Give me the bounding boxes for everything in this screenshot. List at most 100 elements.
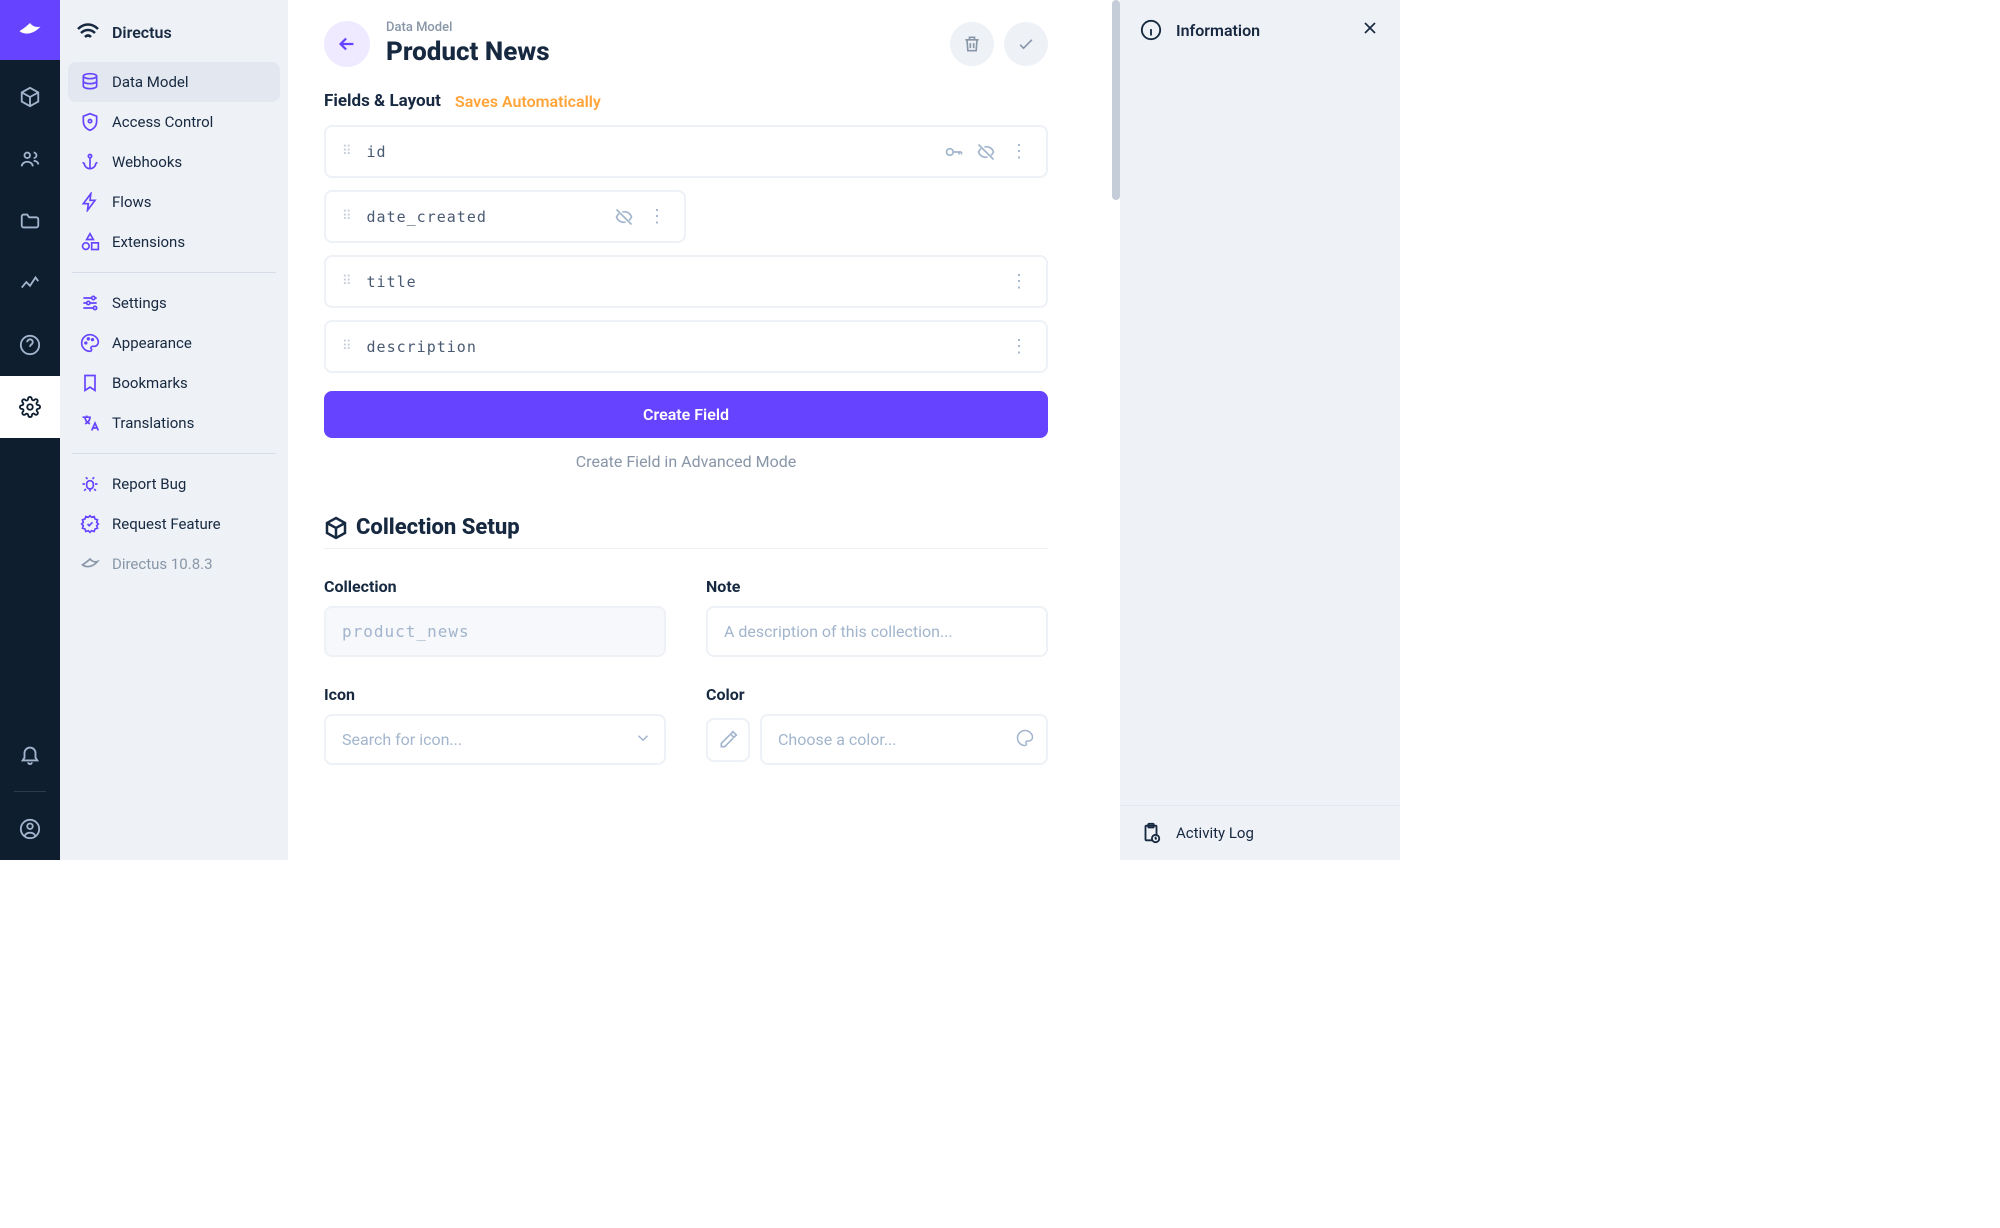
sidebar-item-settings[interactable]: Settings [68,283,280,323]
rail-settings[interactable] [0,376,60,438]
shapes-icon [80,232,100,252]
drag-handle-icon[interactable]: ⠿ [342,209,353,224]
field-row-title[interactable]: ⠿ title ⋮ [324,255,1048,308]
activity-log-label: Activity Log [1176,824,1254,842]
field-name: title [367,273,417,291]
bug-icon [80,474,100,494]
icon-label: Icon [324,685,666,704]
sidebar-item-label: Data Model [112,73,189,91]
sidebar-item-access-control[interactable]: Access Control [68,102,280,142]
page-header: Data Model Product News [324,20,1048,67]
wifi-icon [76,20,100,44]
main-content: Data Model Product News Fields & Layout … [288,0,1120,860]
field-menu[interactable]: ⋮ [646,206,668,227]
anchor-icon [80,152,100,172]
sidebar-item-webhooks[interactable]: Webhooks [68,142,280,182]
rail-account[interactable] [0,798,60,860]
close-button[interactable] [1360,18,1380,42]
field-menu[interactable]: ⋮ [1008,141,1030,162]
palette-icon[interactable] [1016,729,1034,751]
field-row-id[interactable]: ⠿ id ⋮ [324,125,1048,178]
field-name: id [367,143,387,161]
field-row-description[interactable]: ⠿ description ⋮ [324,320,1048,373]
sidebar-item-label: Settings [112,294,167,312]
sidebar-item-data-model[interactable]: Data Model [68,62,280,102]
collection-input [324,606,666,657]
check-icon [1016,34,1036,54]
sidebar: Directus Data Model Access Control Webho… [60,0,288,860]
sidebar-item-translations[interactable]: Translations [68,403,280,443]
hidden-icon[interactable] [976,142,996,162]
save-button[interactable] [1004,22,1048,66]
shield-icon [80,112,100,132]
trash-icon [962,34,982,54]
sidebar-item-request-feature[interactable]: Request Feature [68,504,280,544]
field-name: description [367,338,477,356]
rail-users[interactable] [0,128,60,190]
field-name: date_created [367,208,487,226]
collection-label: Collection [324,577,666,596]
rail-content[interactable] [0,66,60,128]
sidebar-item-label: Report Bug [112,475,186,493]
bookmark-icon [80,373,100,393]
sidebar-item-label: Access Control [112,113,213,131]
sidebar-version[interactable]: Directus 10.8.3 [68,544,280,584]
create-field-advanced-link[interactable]: Create Field in Advanced Mode [324,452,1048,471]
translate-icon [80,413,100,433]
info-panel: Information Activity Log [1120,0,1400,860]
sidebar-item-label: Translations [112,414,194,432]
eyedropper-icon [718,730,738,750]
note-input[interactable] [706,606,1048,657]
rabbit-icon [80,554,100,574]
sidebar-item-report-bug[interactable]: Report Bug [68,464,280,504]
sidebar-item-label: Webhooks [112,153,182,171]
color-swatch[interactable] [706,718,750,762]
sidebar-item-label: Flows [112,193,152,211]
create-field-button[interactable]: Create Field [324,391,1048,438]
breadcrumb[interactable]: Data Model [386,20,934,35]
rail-insights[interactable] [0,252,60,314]
sidebar-item-label: Request Feature [112,515,221,533]
sidebar-item-flows[interactable]: Flows [68,182,280,222]
note-label: Note [706,577,1048,596]
box-icon [324,516,348,540]
chevron-down-icon[interactable] [634,729,652,751]
drag-handle-icon[interactable]: ⠿ [342,339,353,354]
rail-help[interactable] [0,314,60,376]
rail-notifications[interactable] [0,723,60,785]
icon-input[interactable] [324,714,666,765]
activity-log-button[interactable]: Activity Log [1120,805,1400,860]
delete-button[interactable] [950,22,994,66]
bolt-icon [80,192,100,212]
key-icon [944,142,964,162]
back-button[interactable] [324,21,370,67]
drag-handle-icon[interactable]: ⠿ [342,144,353,159]
sliders-icon [80,293,100,313]
close-icon [1360,18,1380,38]
color-label: Color [706,685,1048,704]
autosave-badge: Saves Automatically [455,92,601,111]
arrow-left-icon [336,33,358,55]
sidebar-header: Directus [68,8,280,62]
sidebar-item-bookmarks[interactable]: Bookmarks [68,363,280,403]
field-menu[interactable]: ⋮ [1008,271,1030,292]
field-menu[interactable]: ⋮ [1008,336,1030,357]
field-row-date-created[interactable]: ⠿ date_created ⋮ [324,190,686,243]
sidebar-item-extensions[interactable]: Extensions [68,222,280,262]
rail-files[interactable] [0,190,60,252]
sidebar-item-appearance[interactable]: Appearance [68,323,280,363]
info-title: Information [1176,21,1346,40]
scrollbar[interactable] [1112,0,1120,860]
hidden-icon[interactable] [614,207,634,227]
badge-icon [80,514,100,534]
version-label: Directus 10.8.3 [112,555,213,573]
sidebar-item-label: Appearance [112,334,192,352]
page-title: Product News [386,37,934,67]
sidebar-item-label: Bookmarks [112,374,188,392]
module-rail [0,0,60,860]
logo[interactable] [0,0,60,60]
palette-icon [80,333,100,353]
color-input[interactable] [760,714,1048,765]
drag-handle-icon[interactable]: ⠿ [342,274,353,289]
clipboard-clock-icon [1140,822,1162,844]
